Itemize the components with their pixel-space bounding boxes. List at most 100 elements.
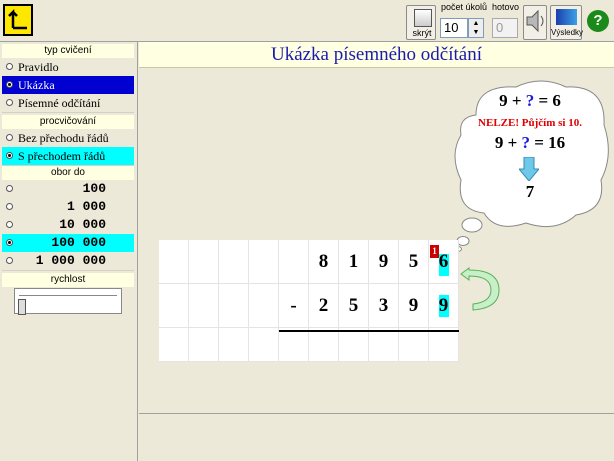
radio-icon [6,203,13,210]
cloud-line-2-left: 9 + [494,133,522,152]
grid-cell [249,284,279,328]
task-count-label: počet úkolů [441,2,488,12]
cloud-answer: 7 [525,182,535,201]
active-digit: 9 [438,295,449,316]
option-written-subtraction[interactable]: Písemné odčítání [2,94,134,113]
result-underline [279,330,459,332]
results-button[interactable]: Výsledky [550,5,583,40]
option-no-carry[interactable]: Bez přechodu řádů [2,129,134,148]
result-cell [429,328,459,362]
radio-icon [6,185,13,192]
option-label: 1 000 [66,199,106,214]
result-cell [309,328,339,362]
down-arrow-icon [519,157,539,181]
option-label: S přechodem řádů [18,149,106,163]
slider-thumb[interactable] [18,299,26,315]
radio-icon [6,221,13,228]
radio-icon [6,63,13,70]
grid-cell [249,328,279,362]
grid-cell [219,240,249,284]
task-count-stepper[interactable]: ▲ ▼ [468,18,484,38]
hint-cloud: 9 + ? = 6 NELZE! Půjčím si 10. 9 + ? = 1… [446,75,614,252]
cloud-line-1: 9 + ? = 6 [446,91,614,111]
subtraction-grid: 8 1 9 5 6 1 - 2 5 3 9 9 [159,240,459,362]
cloud-line-1-left: 9 + [499,91,526,110]
grid-cell [189,328,219,362]
option-with-carry[interactable]: S přechodem řádů [2,147,134,166]
option-label: 100 000 [51,235,106,250]
settings-panel: typ cvičení Pravidlo Ukázka Písemné odčí… [0,42,138,461]
option-range-1000[interactable]: 1 000 [2,198,134,217]
toolbar: skrýt počet úkolů hotovo 10 ▲ ▼ 0 Výsled… [0,0,614,42]
radio-icon [6,152,13,159]
cloud-warning: NELZE! Půjčím si 10. [478,117,582,129]
range-header: obor do [2,166,134,180]
grid-cell [249,240,279,284]
option-range-100[interactable]: 100 [2,180,134,199]
option-label: Pravidlo [18,60,59,74]
grid-cell [279,240,309,284]
grid-cell [219,284,249,328]
option-range-100000[interactable]: 100 000 [2,234,134,253]
hide-button-label: skrýt [412,28,432,38]
sound-button[interactable] [523,5,547,40]
radio-icon [6,134,13,141]
option-demo[interactable]: Ukázka [2,76,134,95]
grid-cell [159,240,189,284]
digit-cell: 3 [369,284,399,328]
stepper-up-icon[interactable]: ▲ [469,19,483,28]
speed-slider[interactable] [14,288,122,315]
digit-cell: 5 [399,240,429,284]
active-digit: 6 [438,251,449,272]
active-digit-cell: 6 1 [429,240,459,284]
done-label: hotovo [492,2,520,12]
option-label: 100 [82,181,106,196]
result-cell [339,328,369,362]
minus-sign: - [279,284,309,328]
curved-arrow-icon [460,267,500,311]
grid-cell [279,328,309,362]
up-level-button[interactable] [3,4,33,36]
unknown-mark: ? [521,133,531,152]
option-label: Ukázka [18,78,55,92]
option-range-1000000[interactable]: 1 000 000 [2,252,134,271]
speed-header: rychlost [2,273,134,287]
digit-cell: 5 [339,284,369,328]
option-label: 1 000 000 [35,253,106,268]
grid-cell [189,284,219,328]
borrow-marker: 1 [430,245,439,258]
done-field: 0 [492,18,518,38]
option-label: Bez přechodu řádů [18,131,109,145]
radio-icon [6,99,13,106]
hide-button[interactable]: skrýt [406,5,436,40]
speaker-icon [526,9,544,33]
active-digit-cell: 9 [429,284,459,328]
grid-cell [189,240,219,284]
digit-cell: 9 [369,240,399,284]
help-button[interactable]: ? [587,10,609,32]
cloud-line-2-right: = 16 [530,133,566,152]
cloud-line-2: 9 + ? = 16 [446,133,614,153]
grid-cell [219,328,249,362]
slider-track [19,295,117,300]
status-bar [139,413,614,461]
radio-icon [6,257,13,264]
stepper-down-icon[interactable]: ▼ [469,28,483,37]
task-count-input[interactable]: 10 [440,18,468,38]
window-icon [414,9,432,27]
practice-header: procvičování [2,115,134,129]
option-range-10000[interactable]: 10 000 [2,216,134,235]
result-cell [369,328,399,362]
result-cell [399,328,429,362]
grid-cell [159,284,189,328]
option-label: 10 000 [59,217,106,232]
unknown-mark: ? [525,91,535,110]
exercise-type-header: typ cvičení [2,44,134,58]
digit-cell: 1 [339,240,369,284]
option-label: Písemné odčítání [18,96,101,110]
page-title: Ukázka písemného odčítání [139,42,614,68]
cloud-line-1-right: = 6 [534,91,561,110]
folder-up-icon [8,8,27,30]
option-rule[interactable]: Pravidlo [2,58,134,77]
results-chart-icon [556,9,577,25]
